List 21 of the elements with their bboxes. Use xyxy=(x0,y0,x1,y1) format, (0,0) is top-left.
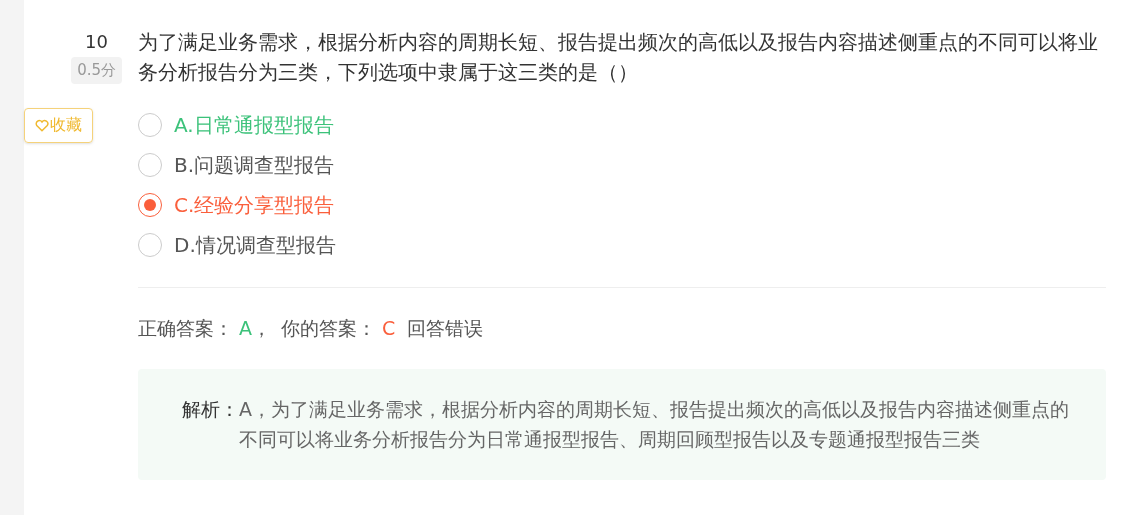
answer-option[interactable]: D.情况调查型报告 xyxy=(138,230,1106,259)
favorite-button[interactable]: 收藏 xyxy=(24,107,93,143)
correct-answer: A xyxy=(239,316,252,341)
analysis-text: A，为了满足业务需求，根据分析内容的周期长短、报告提出频次的高低以及报告内容描述侧重点的不同可以将业务分析报告分为日常通报型报告、周期回顾型报告以及专题通报型报告三类 xyxy=(239,396,1070,452)
your-answer: C xyxy=(382,316,396,341)
correct-answer-label: 正确答案： xyxy=(138,316,233,341)
heart-icon xyxy=(35,118,49,132)
separator: ， xyxy=(252,316,271,341)
question-text: 为了满足业务需求，根据分析内容的周期长短、报告提出频次的高低以及报告内容描述侧重点的不同可以将业务分析报告分为三类，下列选项中隶属于这三类的是（） xyxy=(138,29,1099,86)
answer-option[interactable]: C.经验分享型报告 xyxy=(138,190,1106,219)
option-label: D.情况调查型报告 xyxy=(174,231,336,259)
answer-option[interactable]: B.问题调查型报告 xyxy=(138,150,1106,179)
verdict: 回答错误 xyxy=(407,316,484,341)
question-number: 10 xyxy=(85,30,108,54)
your-answer-label: 你的答案： xyxy=(281,316,376,341)
option-label: A.日常通报型报告 xyxy=(174,111,334,139)
score-label: 0.5分 xyxy=(71,57,122,84)
answer-option[interactable]: A.日常通报型报告 xyxy=(138,110,1106,139)
option-label: B.问题调查型报告 xyxy=(174,151,335,179)
option-label: C.经验分享型报告 xyxy=(174,191,335,219)
analysis-label: 解析： xyxy=(182,396,239,422)
